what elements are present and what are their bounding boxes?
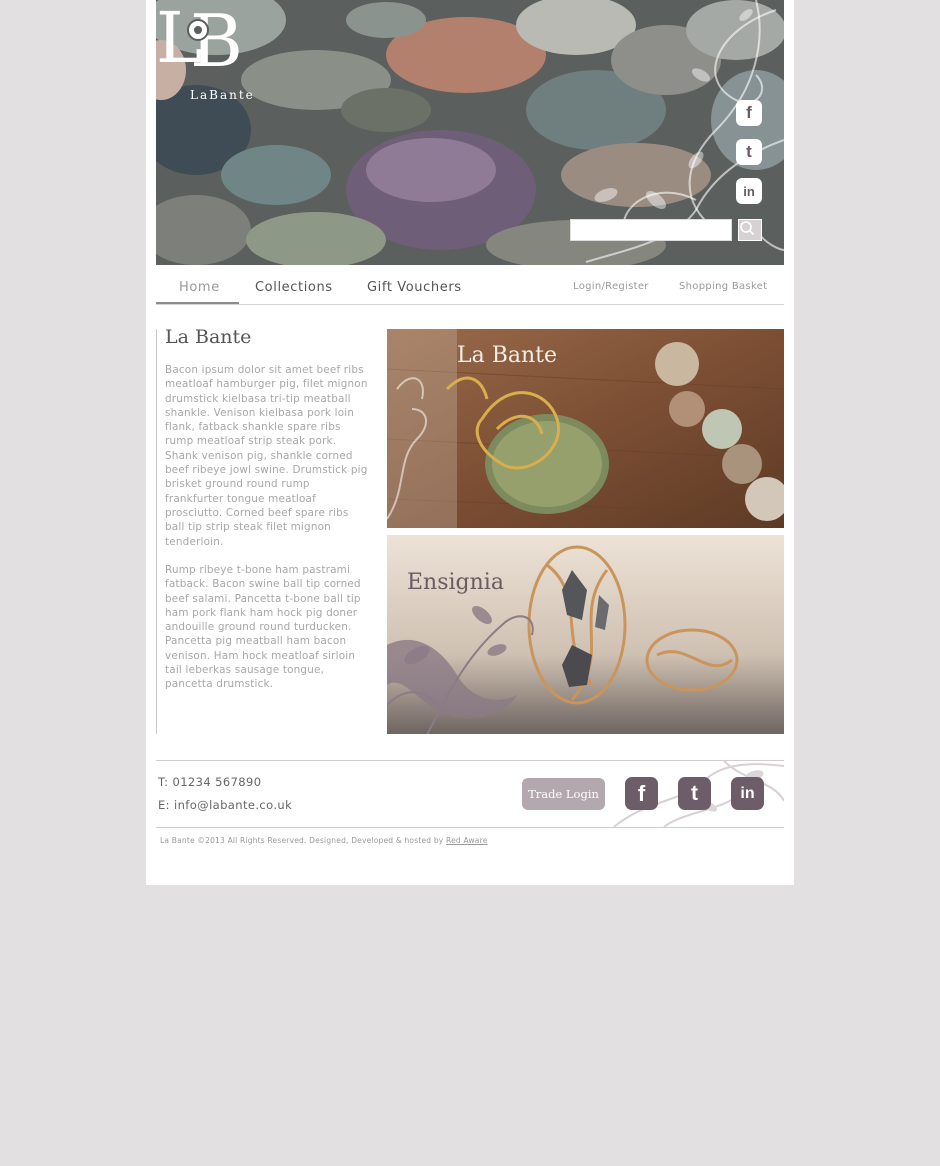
linkedin-icon[interactable]: in [731, 777, 764, 810]
intro-section: La Bante Bacon ipsum dolor sit amet beef… [156, 326, 369, 734]
facebook-icon[interactable]: f [736, 100, 762, 126]
intro-paragraph-1: Bacon ipsum dolor sit amet beef ribs mea… [165, 364, 368, 548]
promo-la-bante[interactable]: La Bante [387, 329, 784, 528]
search-input[interactable] [570, 219, 732, 241]
promo-title-la-bante: La Bante [457, 343, 558, 368]
footer: T: 01234 567890 E: info@labante.co.uk Tr… [156, 760, 784, 828]
copyright-notice: La Bante ©2013 All Rights Reserved. Desi… [160, 836, 488, 845]
footer-email[interactable]: E: info@labante.co.uk [158, 798, 292, 812]
intro-paragraph-2: Rump ribeye t-bone ham pastrami fatback.… [165, 564, 361, 691]
twitter-icon[interactable]: t [736, 139, 762, 165]
nav-item-home[interactable]: Home [179, 280, 220, 295]
search-icon [740, 221, 755, 236]
promo-title-ensignia: Ensignia [407, 570, 504, 595]
trade-login-button[interactable]: Trade Login [522, 778, 605, 810]
logo-wordmark: LaBante [190, 88, 255, 102]
copyright-text: La Bante ©2013 All Rights Reserved. Desi… [160, 836, 444, 845]
login-register-link[interactable]: Login/Register [573, 281, 649, 292]
header-banner: L B LaBante f t in [156, 0, 784, 265]
labante-logo[interactable]: L B [156, 0, 251, 86]
linkedin-glyph: in [740, 784, 755, 802]
nav-item-gift-vouchers[interactable]: Gift Vouchers [367, 280, 462, 295]
ensignia-jewellery-image [387, 535, 784, 734]
footer-phone: T: 01234 567890 [158, 775, 262, 789]
linkedin-glyph: in [743, 183, 755, 199]
twitter-glyph: t [691, 781, 698, 805]
red-aware-link[interactable]: Red Aware [446, 836, 488, 845]
facebook-icon[interactable]: f [625, 777, 658, 810]
linkedin-icon[interactable]: in [736, 178, 762, 204]
facebook-glyph: f [637, 780, 646, 806]
twitter-icon[interactable]: t [678, 777, 711, 810]
svg-text:B: B [190, 0, 243, 83]
shopping-basket-link[interactable]: Shopping Basket [679, 281, 767, 292]
promo-ensignia[interactable]: Ensignia [387, 535, 784, 734]
main-nav: Home Collections Gift Vouchers Login/Reg… [156, 265, 784, 305]
page-title: La Bante [165, 326, 252, 348]
twitter-glyph: t [746, 142, 752, 161]
la-bante-jewellery-image [387, 329, 784, 528]
active-tab-indicator [156, 302, 239, 304]
nav-item-collections[interactable]: Collections [255, 280, 333, 295]
page-container: L B LaBante f t in Home Collections Gift… [146, 0, 794, 885]
facebook-glyph: f [746, 103, 752, 122]
search-button[interactable] [738, 219, 762, 241]
